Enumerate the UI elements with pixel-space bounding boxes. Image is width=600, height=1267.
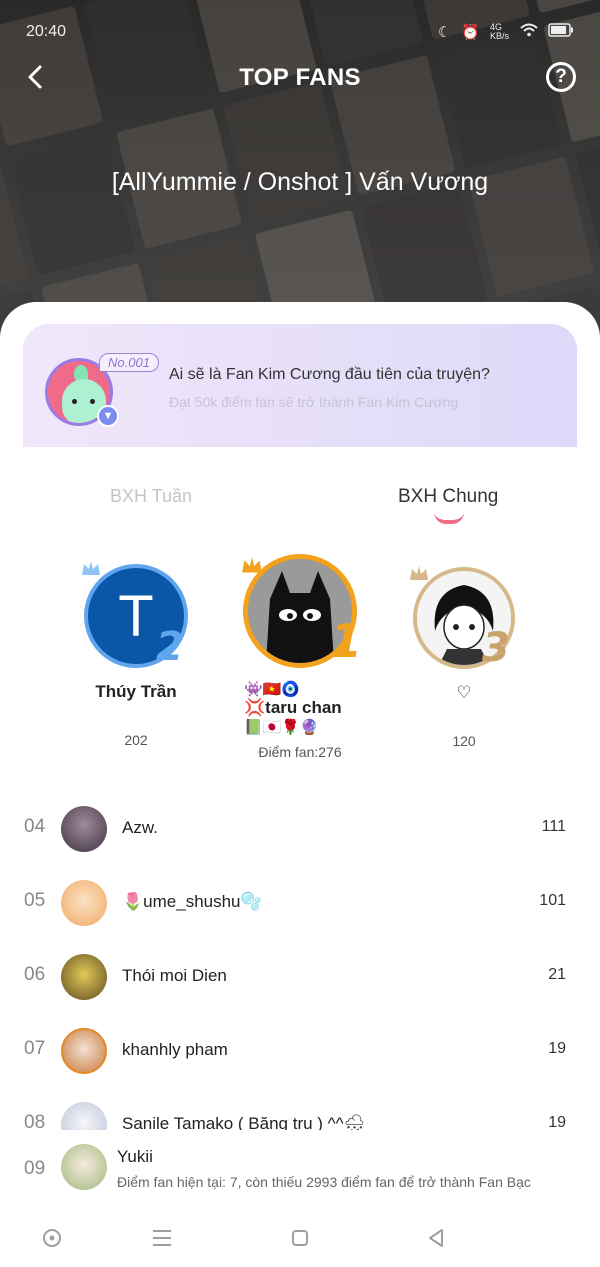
fan-score: 111 — [541, 818, 566, 835]
podium-name: Thúy Trần — [95, 682, 177, 701]
tab-weekly[interactable]: BXH Tuần — [110, 486, 192, 507]
fan-score: 19 — [548, 1114, 566, 1130]
user-name: Azw. — [122, 818, 158, 837]
podium-score: 120 — [452, 733, 476, 749]
triangle-back-icon[interactable] — [420, 1222, 452, 1254]
alarm-icon: ⏰ — [461, 24, 480, 41]
chevron-left-icon — [28, 65, 42, 89]
fan-score: 101 — [539, 892, 566, 909]
circle-dot-icon[interactable] — [36, 1222, 68, 1254]
avatar — [61, 954, 107, 1000]
list-item[interactable]: 08 Sanile Tamako ( Băng tru ) ^^🌨 19 — [0, 1088, 600, 1130]
ranking-tabs: BXH Tuần BXH Chung — [0, 482, 600, 532]
rank-number: 1 — [330, 614, 363, 668]
user-name: Sanile Tamako ( Băng tru ) ^^🌨 — [122, 1114, 366, 1130]
user-name: khanhly pham — [122, 1040, 228, 1059]
rank-number: 04 — [24, 816, 46, 837]
story-title: [AllYummie / Onshot ] Vấn Vương — [111, 168, 489, 196]
do-not-disturb-icon: ☾ — [437, 24, 452, 41]
podium-rank-3[interactable]: 3 ♡ 120 — [394, 566, 534, 749]
network-speed: 4G KB/s — [490, 22, 510, 41]
menu-icon[interactable] — [146, 1222, 178, 1254]
content-sheet: ▼ No.001 Ai sẽ là Fan Kim Cương đầu tiên… — [0, 302, 600, 1267]
current-user-rank[interactable]: 09 Yukii Điểm fan hiện tại: 7, còn thiếu… — [0, 1142, 600, 1212]
rank-number: 09 — [24, 1158, 46, 1179]
podium-name: ♡ — [456, 683, 472, 702]
banner-title: Ai sẽ là Fan Kim Cương đầu tiên của truy… — [169, 366, 490, 383]
help-button[interactable]: ? — [546, 62, 576, 92]
avatar — [61, 1144, 107, 1190]
podium-score: 202 — [124, 732, 148, 748]
page-title: TOP FANS — [239, 64, 361, 91]
podium-rank-1[interactable]: 1 👾🇻🇳🧿 💢taru chan 📗🇯🇵🌹🔮 Điểm fan:276 — [226, 554, 374, 760]
podium-name: 💢taru chan — [244, 698, 342, 717]
podium-rank-2[interactable]: T 2 Thúy Trần 202 — [66, 561, 206, 748]
system-navigation-bar — [0, 1210, 600, 1267]
user-name: Yukii — [117, 1147, 153, 1166]
fan-score: 21 — [548, 966, 566, 983]
rank-number: 3 — [482, 625, 510, 671]
status-bar: 20:40 ☾ ⏰ 4G KB/s — [26, 18, 574, 46]
wifi-icon — [520, 23, 538, 41]
question-circle-icon: ? — [555, 66, 567, 87]
tab-overall[interactable]: BXH Chung — [398, 486, 498, 508]
diamond-fan-banner[interactable]: ▼ No.001 Ai sẽ là Fan Kim Cương đầu tiên… — [23, 324, 577, 447]
list-item[interactable]: 05 🌷ume_shushu🫧 101 — [0, 866, 600, 940]
avatar — [61, 1102, 107, 1130]
fan-score: 19 — [548, 1040, 566, 1057]
podium-name-badges-bottom: 📗🇯🇵🌹🔮 — [244, 719, 319, 736]
user-name: Thói moi Dien — [122, 966, 227, 985]
rank-number: 05 — [24, 890, 46, 911]
list-item[interactable]: 04 Azw. 111 — [0, 792, 600, 866]
rank-tag: No.001 — [99, 353, 159, 372]
crown-icon — [408, 563, 430, 585]
square-icon[interactable] — [284, 1222, 316, 1254]
ranking-list[interactable]: 04 Azw. 111 05 🌷ume_shushu🫧 101 06 Thói … — [0, 792, 600, 1130]
avatar — [61, 1028, 107, 1074]
avatar — [61, 806, 107, 852]
active-tab-indicator — [434, 512, 464, 524]
status-time: 20:40 — [26, 23, 67, 40]
top-bar: TOP FANS ? — [0, 56, 600, 100]
rank-number: 2 — [156, 624, 184, 670]
battery-icon — [548, 23, 574, 41]
list-item[interactable]: 07 khanhly pham 19 — [0, 1014, 600, 1088]
podium-score: Điểm fan:276 — [258, 744, 342, 760]
crown-icon — [240, 554, 262, 576]
rank-number: 08 — [24, 1112, 46, 1130]
user-name: 🌷ume_shushu🫧 — [122, 892, 262, 911]
back-button[interactable] — [18, 60, 52, 94]
rank-number: 06 — [24, 964, 46, 985]
banner-subtitle: Đạt 50k điểm fan sẽ trở thành Fan Kim Cư… — [169, 394, 459, 410]
podium-name-badges-top: 👾🇻🇳🧿 — [244, 681, 301, 698]
avatar — [61, 880, 107, 926]
list-item[interactable]: 06 Thói moi Dien 21 — [0, 940, 600, 1014]
fan-progress-info: Điểm fan hiện tại: 7, còn thiếu 2993 điể… — [117, 1174, 531, 1190]
crown-icon — [80, 558, 102, 580]
diamond-badge-icon: ▼ — [97, 405, 119, 427]
rank-number: 07 — [24, 1038, 46, 1059]
